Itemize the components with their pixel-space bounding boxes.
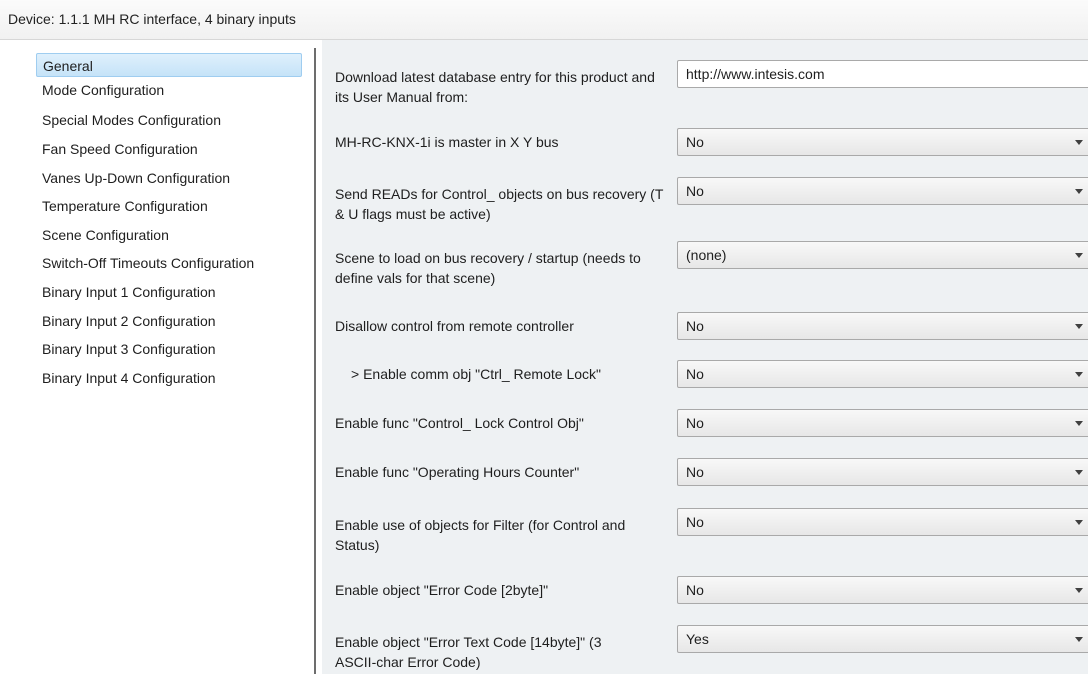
sidebar-item-binary-input-3-configuration[interactable]: Binary Input 3 Configuration xyxy=(42,337,304,361)
scene-on-recovery-dropdown[interactable]: (none) xyxy=(677,241,1088,269)
param-label-error-code-2byte: Enable object "Error Code [2byte]" xyxy=(335,582,549,598)
param-label-download-url: Download latest database entry for this … xyxy=(335,69,655,105)
sidebar-item-binary-input-2-configuration[interactable]: Binary Input 2 Configuration xyxy=(42,309,304,333)
chevron-down-icon xyxy=(1075,253,1083,258)
param-label-scene-on-recovery: Scene to load on bus recovery / startup … xyxy=(335,250,641,286)
disallow-remote-control-dropdown[interactable]: No xyxy=(677,312,1088,340)
param-label-enable-remote-lock: > Enable comm obj "Ctrl_ Remote Lock" xyxy=(351,366,601,382)
chevron-down-icon xyxy=(1075,189,1083,194)
chevron-down-icon xyxy=(1075,140,1083,145)
sidebar-item-scene-configuration[interactable]: Scene Configuration xyxy=(42,223,304,247)
sidebar-item-fan-speed-configuration[interactable]: Fan Speed Configuration xyxy=(42,137,304,161)
chevron-down-icon xyxy=(1075,637,1083,642)
chevron-down-icon xyxy=(1075,520,1083,525)
param-label-send-reads: Send READs for Control_ objects on bus r… xyxy=(335,186,664,222)
chevron-down-icon xyxy=(1075,324,1083,329)
param-label-disallow-remote-control: Disallow control from remote controller xyxy=(335,318,574,334)
param-label-error-text-code-14byte: Enable object "Error Text Code [14byte]"… xyxy=(335,634,602,670)
enable-lock-control-obj-dropdown[interactable]: No xyxy=(677,409,1088,437)
chevron-down-icon xyxy=(1075,421,1083,426)
download-url-field[interactable]: http://www.intesis.com xyxy=(677,60,1088,88)
device-title: Device: 1.1.1 MH RC interface, 4 binary … xyxy=(0,0,1088,40)
sidebar-item-mode-configuration[interactable]: Mode Configuration xyxy=(42,78,304,102)
sidebar-item-switch-off-timeouts-configuration[interactable]: Switch-Off Timeouts Configuration xyxy=(42,251,304,275)
sidebar-item-binary-input-1-configuration[interactable]: Binary Input 1 Configuration xyxy=(42,280,304,304)
error-code-2byte-dropdown[interactable]: No xyxy=(677,576,1088,604)
send-reads-dropdown[interactable]: No xyxy=(677,177,1088,205)
param-label-enable-lock-control-obj: Enable func "Control_ Lock Control Obj" xyxy=(335,415,584,431)
param-label-operating-hours-counter: Enable func "Operating Hours Counter" xyxy=(335,464,580,480)
enable-remote-lock-dropdown[interactable]: No xyxy=(677,360,1088,388)
sidebar-item-binary-input-4-configuration[interactable]: Binary Input 4 Configuration xyxy=(42,366,304,390)
sidebar-item-special-modes-configuration[interactable]: Special Modes Configuration xyxy=(42,108,304,132)
sidebar-item-temperature-configuration[interactable]: Temperature Configuration xyxy=(42,194,304,218)
param-label-filter-objects: Enable use of objects for Filter (for Co… xyxy=(335,517,626,553)
param-label-master-xy-bus: MH-RC-KNX-1i is master in X Y bus xyxy=(335,134,559,150)
chevron-down-icon xyxy=(1075,588,1083,593)
sidebar-item-vanes-up-down-configuration[interactable]: Vanes Up-Down Configuration xyxy=(42,166,304,190)
chevron-down-icon xyxy=(1075,470,1083,475)
sidebar-item-general[interactable]: General xyxy=(36,53,302,77)
error-text-code-14byte-dropdown[interactable]: Yes xyxy=(677,625,1088,653)
filter-objects-dropdown[interactable]: No xyxy=(677,508,1088,536)
master-xy-bus-dropdown[interactable]: No xyxy=(677,128,1088,156)
operating-hours-counter-dropdown[interactable]: No xyxy=(677,458,1088,486)
chevron-down-icon xyxy=(1075,372,1083,377)
